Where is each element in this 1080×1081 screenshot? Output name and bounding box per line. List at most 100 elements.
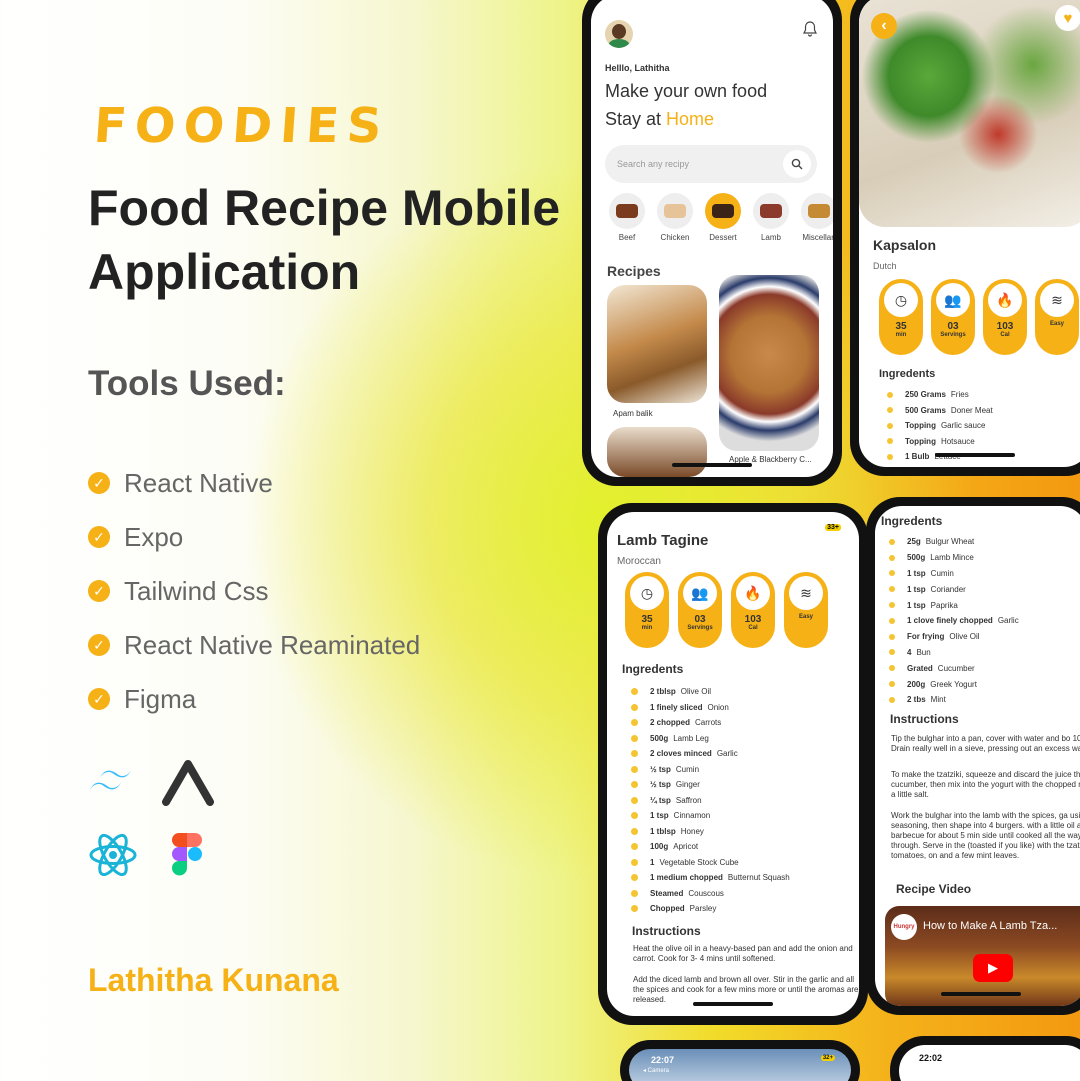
search-placeholder: Search any recipy (617, 159, 690, 169)
ingredient-name: Onion (707, 702, 729, 712)
recipe-card-image[interactable] (607, 427, 707, 477)
ingredient-qty: For frying (907, 632, 945, 642)
avatar[interactable] (605, 20, 633, 48)
recipe-card-image[interactable] (607, 285, 707, 403)
ingredient-name: Vegetable Stock Cube (659, 857, 739, 867)
ingredient-qty: Grated (907, 663, 933, 673)
bell-icon[interactable] (803, 21, 817, 37)
bullet (889, 665, 895, 672)
beef-icon (609, 193, 645, 229)
check-icon: ✓ (88, 634, 110, 656)
ingredient-qty: 1 finely sliced (650, 702, 703, 712)
home-indicator (693, 1002, 773, 1006)
status-badge: 32+ (820, 1055, 835, 1061)
back-button[interactable]: ‹ (871, 13, 897, 39)
heart-icon[interactable]: ♥ (1055, 5, 1080, 31)
partial-screen: 22:07 ◂ Camera 32+ (629, 1049, 851, 1081)
ingredients-title: Ingredents (879, 368, 936, 380)
category-label: Miscellan (802, 233, 833, 242)
bullet (631, 812, 638, 820)
category-label: Lamb (760, 233, 781, 242)
ingredient-item: Grated Cucumber (889, 660, 1019, 676)
tool-label: React Native Reaminated (124, 629, 421, 660)
chicken-icon (657, 193, 693, 229)
category-list: Beef Chicken Dessert Lamb Miscellan (607, 193, 833, 242)
dessert-icon (705, 193, 741, 229)
play-icon[interactable]: ▶ (973, 954, 1013, 982)
ingredient-qty: 4 (907, 647, 912, 657)
instructions-title: Instructions (890, 712, 959, 726)
ingredient-qty: 2 tblsp (650, 687, 676, 697)
video-player[interactable]: Hungry How to Make A Lamb Tza... ▶ (885, 906, 1080, 1006)
headline: Food Recipe Mobile Application (88, 176, 560, 304)
instructions-title: Instructions (632, 924, 701, 938)
stat-value: 35 (641, 614, 653, 625)
ingredient-qty: Topping (905, 436, 936, 446)
tool-label: Tailwind Css (124, 575, 269, 606)
ingredient-name: Garlic (997, 616, 1019, 626)
stat-label: Cal (1000, 332, 1010, 338)
home-indicator (935, 453, 1015, 457)
category-miscellaneous[interactable]: Miscellan (799, 193, 833, 242)
ingredient-name: Cumin (930, 568, 954, 578)
ingredient-qty: 2 cloves minced (650, 749, 712, 759)
ingredient-item: For frying Olive Oil (889, 629, 1019, 645)
recipe-card-image[interactable] (719, 275, 819, 451)
channel-logo: Hungry (891, 914, 917, 940)
ingredient-name: Greek Yogurt (930, 679, 977, 689)
ingredient-name: Fries (950, 390, 969, 400)
phone-partial-left: 22:07 ◂ Camera 32+ (620, 1040, 860, 1081)
category-dessert[interactable]: Dessert (703, 193, 743, 242)
tool-item: ✓ Figma (88, 672, 420, 726)
ingredient-qty: 200g (907, 679, 926, 689)
stat-label: Cal (748, 625, 758, 631)
layers-icon: ≋ (1040, 283, 1074, 317)
bullet (631, 858, 638, 866)
ingredient-name: Cinnamon (673, 811, 711, 821)
search-icon[interactable] (783, 150, 811, 178)
ingredient-qty: 2 tbs (907, 695, 926, 705)
status-time: 22:02 (919, 1053, 943, 1063)
ingredient-item: 500g Lamb Mince (889, 550, 1019, 566)
category-chicken[interactable]: Chicken (655, 193, 695, 242)
stat-label: Servings (687, 625, 713, 631)
ingredient-item: 1 clove finely chopped Garlic (889, 613, 1019, 629)
ingredient-item: Steamed Couscous (631, 886, 790, 902)
recipe-card-label[interactable]: Apam balik (613, 409, 653, 418)
ingredient-item: 1 tsp Cumin (889, 566, 1019, 582)
instruction-step: Add the diced lamb and brown all over. S… (633, 975, 859, 1004)
ingredient-name: Cumin (675, 764, 700, 774)
bullet (889, 617, 895, 624)
bullet (887, 391, 893, 398)
stat-difficulty: ≋ Easy (784, 572, 828, 648)
category-lamb[interactable]: Lamb (751, 193, 791, 242)
bullet (889, 586, 895, 593)
ingredients-list: 25g Bulgur Wheat 500g Lamb Mince 1 tsp Cumin 1… (889, 534, 1019, 708)
tool-item: ✓ React Native Reaminated (88, 618, 420, 672)
ingredient-qty: 250 Grams (905, 390, 946, 400)
tailwind-icon (90, 770, 131, 790)
ingredient-name: Lamb Leg (673, 733, 709, 743)
ingredient-name: Bun (916, 647, 931, 657)
stats-row: ◷ 35 min 👥 03 Servings 🔥 103 Cal ≋ Easy (879, 279, 1079, 355)
phone-partial-right: 22:02 (890, 1036, 1080, 1081)
check-icon: ✓ (88, 688, 110, 710)
clock-icon: ◷ (884, 283, 918, 317)
ingredient-item: 1 medium chopped Butternut Squash (631, 870, 790, 886)
dish-title: Lamb Tagine (617, 532, 709, 549)
ingredient-qty: 1 tsp (650, 811, 669, 821)
ingredient-item: Topping Garlic sauce (887, 418, 993, 434)
ingredient-name: Hotsauce (940, 436, 975, 446)
category-beef[interactable]: Beef (607, 193, 647, 242)
ingredient-name: Carrots (695, 718, 722, 728)
partial-screen: 22:02 (899, 1045, 1080, 1081)
stat-difficulty: ≋ Easy (1035, 279, 1079, 355)
home-indicator (672, 463, 752, 467)
stat-value: 03 (694, 614, 706, 625)
layers-icon: ≋ (789, 576, 823, 610)
ingredients-list: 2 tblsp Olive Oil 1 finely sliced Onion 2 ch… (631, 684, 790, 917)
ingredient-name: Coriander (930, 584, 966, 594)
back-to-camera[interactable]: ◂ Camera (643, 1067, 669, 1074)
search-input[interactable]: Search any recipy (605, 145, 817, 183)
ingredient-item: 4 Bun (889, 645, 1019, 661)
